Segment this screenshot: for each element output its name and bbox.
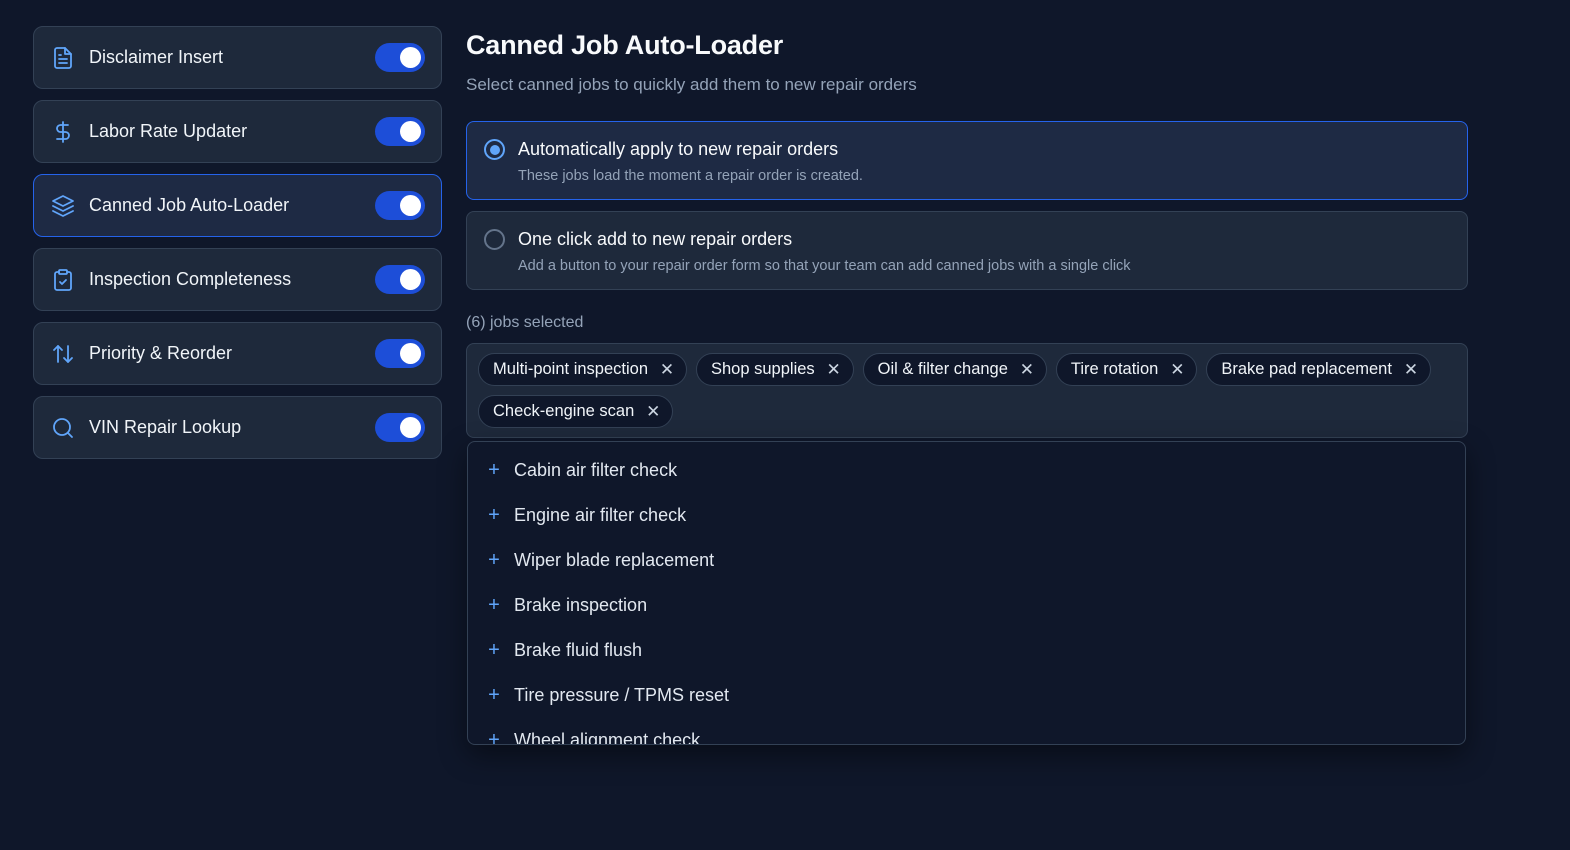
dropdown-item[interactable]: + Brake fluid flush	[468, 628, 1465, 673]
sidebar-item-label: Disclaimer Insert	[89, 47, 224, 67]
close-icon[interactable]: ✕	[1170, 361, 1184, 378]
chip-label: Brake pad replacement	[1221, 360, 1392, 378]
clipboard-check-icon	[50, 267, 76, 293]
job-chip: Brake pad replacement ✕	[1206, 353, 1431, 386]
close-icon[interactable]: ✕	[646, 403, 660, 420]
priority-reorder-toggle[interactable]	[375, 339, 425, 368]
sidebar-item-label: Labor Rate Updater	[89, 121, 248, 141]
sort-arrows-icon	[50, 341, 76, 367]
option-one-click-add[interactable]: One click add to new repair orders Add a…	[466, 211, 1468, 290]
dropdown-item-label: Wiper blade replacement	[514, 550, 715, 570]
sidebar-item-label: Canned Job Auto-Loader	[89, 195, 290, 215]
app-root: Disclaimer Insert Labor Rate Updater Can…	[0, 0, 1570, 850]
dropdown-item-label: Brake inspection	[514, 595, 648, 615]
page-subtitle: Select canned jobs to quickly add them t…	[466, 75, 917, 94]
radio-one-click-add[interactable]	[484, 229, 505, 250]
job-chip: Shop supplies ✕	[696, 353, 854, 386]
selected-jobs-input[interactable]: Multi-point inspection ✕ Shop supplies ✕…	[466, 343, 1468, 438]
page-title: Canned Job Auto-Loader	[466, 30, 784, 60]
option-title: Automatically apply to new repair orders	[518, 139, 839, 159]
chip-label: Oil & filter change	[877, 360, 1008, 378]
search-icon	[50, 415, 76, 441]
dropdown-item-label: Brake fluid flush	[514, 640, 643, 660]
radio-auto-apply[interactable]	[484, 139, 505, 160]
labor-rate-updater-toggle[interactable]	[375, 117, 425, 146]
chip-label: Shop supplies	[711, 360, 815, 378]
job-chip: Check-engine scan ✕	[478, 395, 674, 428]
close-icon[interactable]: ✕	[827, 361, 841, 378]
dropdown-item[interactable]: + Tire pressure / TPMS reset	[468, 673, 1465, 718]
dropdown-item[interactable]: + Brake inspection	[468, 583, 1465, 628]
plus-icon: +	[488, 639, 500, 661]
canned-job-auto-loader-toggle[interactable]	[375, 191, 425, 220]
plus-icon: +	[488, 729, 500, 745]
dropdown-item-label: Cabin air filter check	[514, 460, 678, 480]
chip-label: Tire rotation	[1070, 360, 1159, 378]
plus-icon: +	[488, 504, 500, 526]
close-icon[interactable]: ✕	[1020, 361, 1034, 378]
dropdown-item[interactable]: + Cabin air filter check	[468, 448, 1465, 493]
job-chip: Multi-point inspection ✕	[478, 353, 687, 386]
sidebar-item-canned-job-auto-loader[interactable]: Canned Job Auto-Loader	[33, 174, 442, 237]
dollar-icon	[50, 119, 76, 145]
sidebar-item-disclaimer-insert[interactable]: Disclaimer Insert	[33, 26, 442, 89]
dropdown-item[interactable]: + Engine air filter check	[468, 493, 1465, 538]
plus-icon: +	[488, 549, 500, 571]
sidebar-item-inspection-completeness[interactable]: Inspection Completeness	[33, 248, 442, 311]
sidebar-item-label: Priority & Reorder	[89, 343, 233, 363]
sidebar-item-label: Inspection Completeness	[89, 269, 292, 289]
close-icon[interactable]: ✕	[660, 361, 674, 378]
selected-count: (6) jobs selected	[466, 314, 584, 331]
close-icon[interactable]: ✕	[1404, 361, 1418, 378]
option-description: These jobs load the moment a repair orde…	[518, 168, 863, 184]
disclaimer-insert-toggle[interactable]	[375, 43, 425, 72]
dropdown-item[interactable]: + Wiper blade replacement	[468, 538, 1465, 583]
sidebar-item-label: VIN Repair Lookup	[89, 417, 242, 437]
plus-icon: +	[488, 684, 500, 706]
sidebar-item-priority-reorder[interactable]: Priority & Reorder	[33, 322, 442, 385]
job-chip: Oil & filter change ✕	[862, 353, 1047, 386]
inspection-completeness-toggle[interactable]	[375, 265, 425, 294]
chip-label: Multi-point inspection	[493, 360, 648, 378]
plus-icon: +	[488, 594, 500, 616]
sidebar: Disclaimer Insert Labor Rate Updater Can…	[33, 26, 442, 459]
dropdown-item-label: Engine air filter check	[514, 505, 687, 525]
vin-repair-lookup-toggle[interactable]	[375, 413, 425, 442]
document-icon	[50, 45, 76, 71]
dropdown-item-label: Tire pressure / TPMS reset	[514, 685, 730, 705]
option-auto-apply[interactable]: Automatically apply to new repair orders…	[466, 121, 1468, 200]
sidebar-item-vin-repair-lookup[interactable]: VIN Repair Lookup	[33, 396, 442, 459]
dropdown-item-label: Wheel alignment check	[514, 730, 701, 745]
layers-icon	[50, 193, 76, 219]
dropdown-item[interactable]: + Wheel alignment check	[468, 718, 1465, 745]
option-description: Add a button to your repair order form s…	[518, 258, 1131, 274]
chip-label: Check-engine scan	[493, 402, 635, 420]
option-title: One click add to new repair orders	[518, 229, 793, 249]
main-panel: Canned Job Auto-Loader Select canned job…	[466, 30, 1468, 745]
plus-icon: +	[488, 459, 500, 481]
sidebar-item-labor-rate-updater[interactable]: Labor Rate Updater	[33, 100, 442, 163]
job-options-dropdown[interactable]: + Cabin air filter check + Engine air fi…	[467, 441, 1466, 745]
job-chip: Tire rotation ✕	[1055, 353, 1198, 386]
